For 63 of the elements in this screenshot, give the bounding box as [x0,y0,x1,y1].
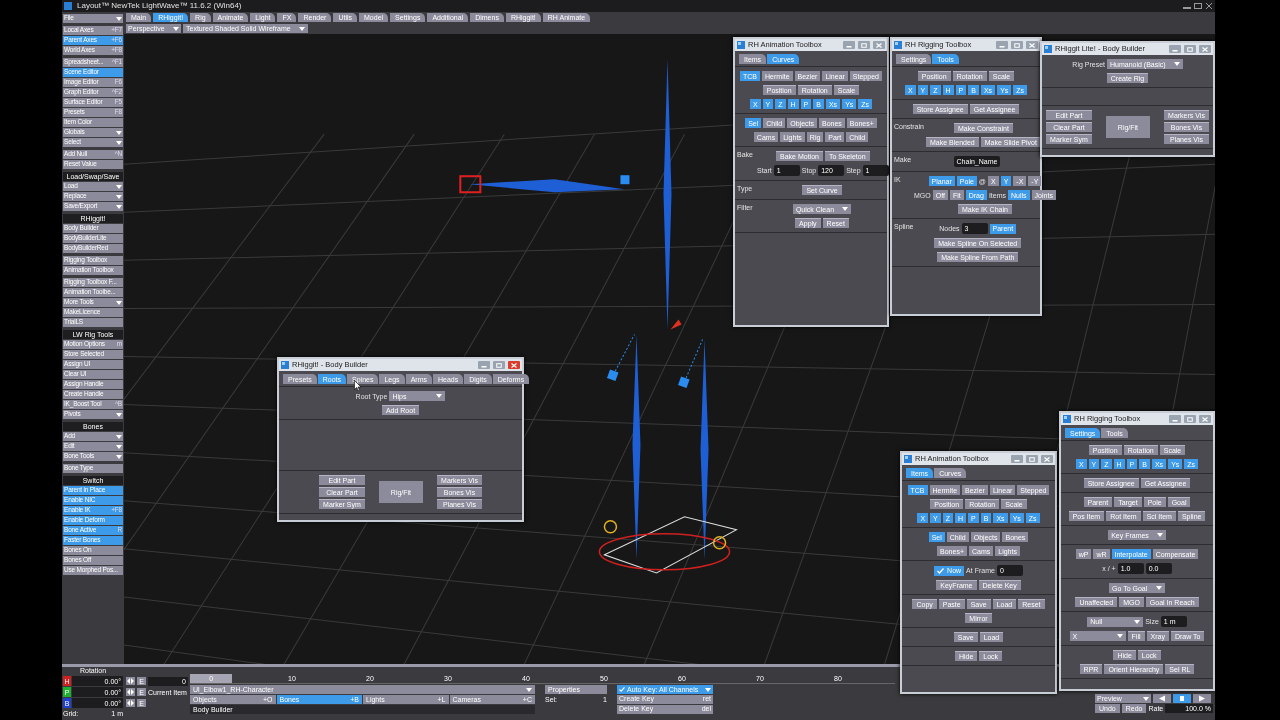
minimize-button[interactable] [1011,455,1023,463]
maximize-button[interactable] [493,361,505,369]
close-icon [1029,42,1035,48]
maximize-icon [1187,416,1193,422]
close-icon [876,42,882,48]
caret-icon [436,394,443,398]
app-icon [64,2,72,10]
close-icon [1202,46,1208,52]
maximize-icon[interactable] [1194,3,1202,9]
maximize-icon [1187,46,1193,52]
maximize-icon [861,42,867,48]
app-icon [281,361,289,369]
maximize-button[interactable] [858,41,870,49]
close-button[interactable] [508,361,520,369]
window-title: Layout™ NewTek LightWave™ 11.6.2 (Win64) [76,2,243,10]
maximize-icon [496,362,502,368]
caret-icon [116,412,122,417]
app-icon [1063,415,1071,423]
checkmark-icon [619,687,625,692]
caret-icon [116,16,122,21]
minimize-button[interactable] [996,41,1008,49]
close-button[interactable] [1199,415,1211,423]
close-icon [511,362,517,368]
app-icon [1044,45,1052,53]
close-icon [1044,456,1050,462]
maximize-icon [1014,42,1020,48]
app-icon [904,455,912,463]
close-button[interactable] [1026,41,1038,49]
caret-icon [1173,62,1180,66]
maximize-button[interactable] [1184,45,1196,53]
checkmark-icon [937,567,945,574]
step-arrows-icon[interactable] [126,677,135,685]
caret-icon [1116,634,1123,638]
caret-icon [1134,619,1141,624]
close-icon [1202,416,1208,422]
caret-icon [526,687,532,692]
step-arrows-icon[interactable] [126,688,135,696]
play-icon[interactable] [1193,694,1211,703]
stop-icon[interactable] [1173,694,1191,703]
minimize-button[interactable] [1169,415,1181,423]
play-back-icon[interactable] [1153,694,1171,703]
minimize-button[interactable] [843,41,855,49]
caret-icon [705,687,711,692]
caret-icon [298,26,305,31]
close-button[interactable] [1041,455,1053,463]
minimize-button[interactable] [478,361,490,369]
maximize-button[interactable] [1184,415,1196,423]
caret-icon [1156,533,1163,537]
close-button[interactable] [1199,45,1211,53]
maximize-icon [1029,456,1035,462]
app-icon [737,41,745,49]
close-button[interactable] [873,41,885,49]
caret-icon [842,207,849,211]
close-icon[interactable] [1205,3,1213,9]
caret-icon [116,300,122,305]
caret-icon [1143,696,1149,701]
maximize-button[interactable] [1026,455,1038,463]
caret-icon [173,26,179,31]
app-icon [894,41,902,49]
step-arrows-icon[interactable] [126,699,135,707]
minimize-button[interactable] [1169,45,1181,53]
maximize-button[interactable] [1011,41,1023,49]
caret-icon [1156,586,1162,590]
